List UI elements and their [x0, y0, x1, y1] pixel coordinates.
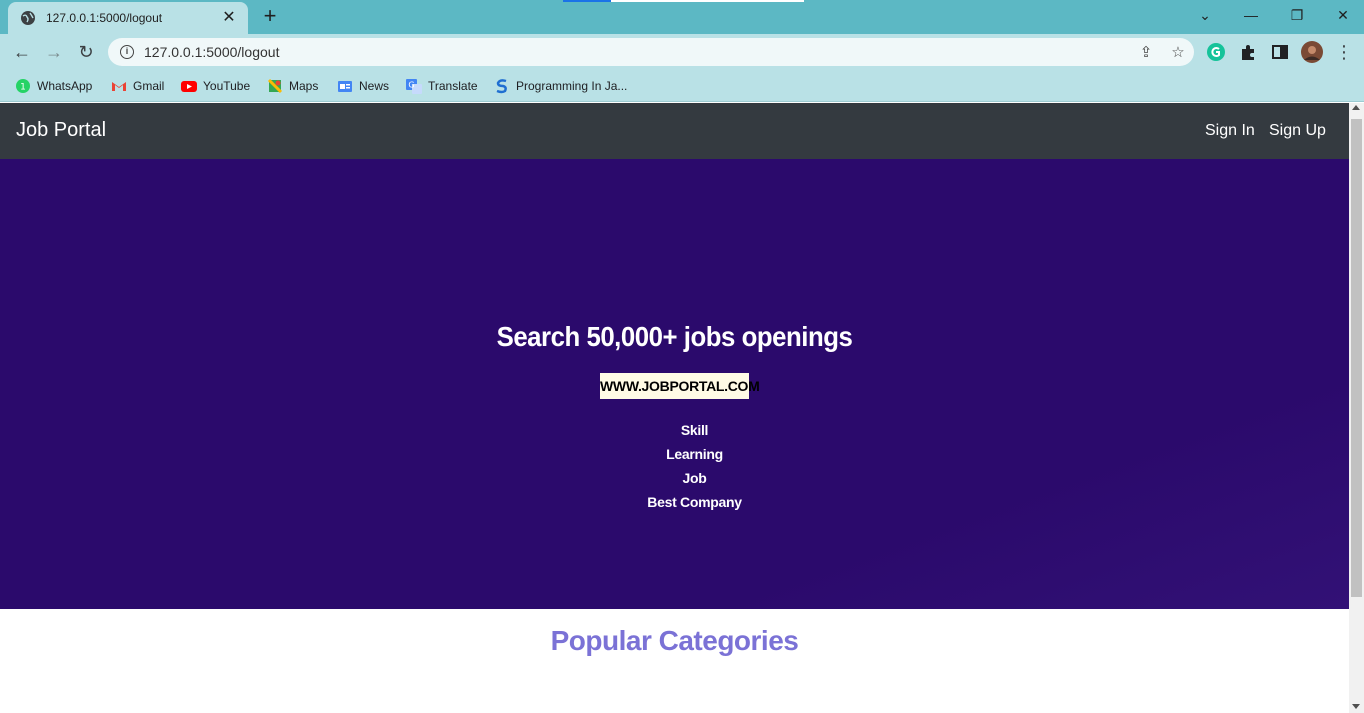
brand-link[interactable]: Job Portal	[16, 119, 106, 142]
gmail-icon	[112, 82, 126, 91]
hero-section: Search 50,000+ jobs openings WWW.JOBPORT…	[0, 159, 1349, 609]
share-icon[interactable]: ⇪	[1130, 43, 1162, 61]
globe-icon	[21, 11, 35, 25]
close-tab-icon[interactable]: ✕	[220, 10, 238, 26]
bookmark-label: Programming In Ja...	[516, 79, 628, 93]
browser-tab-strip: 127.0.0.1:5000/logout ✕ + ⌄ — ❐ ✕	[0, 0, 1364, 34]
address-bar[interactable]: i 127.0.0.1:5000/logout ⇪ ☆	[108, 38, 1194, 66]
site-navbar: Job Portal Sign In Sign Up	[0, 103, 1349, 159]
sign-in-link[interactable]: Sign In	[1205, 122, 1255, 140]
page-scrollbar[interactable]	[1349, 103, 1364, 713]
browser-menu-icon[interactable]: ⋮	[1332, 40, 1356, 64]
svg-text:G: G	[408, 81, 414, 90]
minimize-button[interactable]: —	[1235, 4, 1267, 26]
site-info-icon[interactable]: i	[120, 45, 134, 59]
back-button[interactable]: ←	[10, 40, 34, 64]
s-logo-icon	[496, 79, 507, 94]
bookmark-whatsapp[interactable]: 1 WhatsApp	[15, 76, 92, 96]
hero-feature-item: Job	[682, 470, 707, 486]
translate-icon: G	[406, 79, 422, 94]
bookmark-label: WhatsApp	[37, 79, 93, 93]
hero-feature-item: Best Company	[647, 494, 742, 510]
svg-text:1: 1	[20, 83, 26, 93]
news-icon	[338, 81, 352, 92]
bookmark-translate[interactable]: G Translate	[406, 76, 478, 96]
bookmark-label: Maps	[289, 79, 319, 93]
avatar[interactable]	[1301, 41, 1323, 63]
url-text[interactable]: 127.0.0.1:5000/logout	[144, 44, 1130, 60]
grammarly-icon[interactable]	[1206, 42, 1226, 62]
side-panel-icon[interactable]	[1270, 42, 1290, 62]
youtube-icon	[181, 81, 197, 92]
scrollbar-thumb[interactable]	[1351, 119, 1362, 597]
bookmark-label: Translate	[428, 79, 478, 93]
bookmarks-bar: 1 WhatsApp Gmail YouTube Maps News G Tra…	[0, 70, 1364, 102]
bookmark-label: News	[359, 79, 390, 93]
hero-feature-item: Learning	[666, 446, 723, 462]
scroll-down-arrow-icon[interactable]	[1352, 704, 1360, 709]
hero-feature-item: Skill	[680, 422, 709, 438]
bookmark-label: Gmail	[133, 79, 165, 93]
window-close-button[interactable]: ✕	[1327, 4, 1359, 26]
tab-title: 127.0.0.1:5000/logout	[46, 11, 163, 25]
maps-icon	[267, 78, 283, 94]
page-viewport: Job Portal Sign In Sign Up Search 50,000…	[0, 103, 1349, 713]
reload-button[interactable]: ↻	[74, 40, 98, 64]
hero-title: Search 50,000+ jobs openings	[496, 321, 853, 352]
site-url-badge: WWW.JOBPORTAL.COM	[600, 373, 760, 399]
forward-button[interactable]: →	[42, 40, 66, 64]
bookmark-programming[interactable]: Programming In Ja...	[494, 76, 627, 96]
sign-up-link[interactable]: Sign Up	[1269, 122, 1326, 140]
popular-categories-heading: Popular Categories	[550, 625, 799, 656]
whatsapp-icon: 1	[16, 79, 30, 93]
restore-button[interactable]: ❐	[1281, 4, 1313, 26]
bookmark-youtube[interactable]: YouTube	[181, 76, 250, 96]
bookmark-label: YouTube	[203, 79, 251, 93]
bookmark-gmail[interactable]: Gmail	[111, 76, 164, 96]
tab-search-icon[interactable]: ⌄	[1189, 4, 1221, 26]
loading-progress	[563, 0, 804, 2]
bookmark-news[interactable]: News	[337, 76, 389, 96]
hero-feature-list: Skill Learning Job Best Company	[0, 418, 1349, 514]
browser-tab[interactable]: 127.0.0.1:5000/logout ✕	[8, 2, 248, 34]
scroll-up-arrow-icon[interactable]	[1352, 105, 1360, 110]
bookmark-maps[interactable]: Maps	[267, 76, 318, 96]
bookmark-star-icon[interactable]: ☆	[1162, 43, 1194, 61]
browser-toolbar: ← → ↻ i 127.0.0.1:5000/logout ⇪ ☆ ⋮	[0, 34, 1364, 70]
new-tab-button[interactable]: +	[258, 5, 282, 29]
extensions-icon[interactable]	[1238, 42, 1258, 62]
